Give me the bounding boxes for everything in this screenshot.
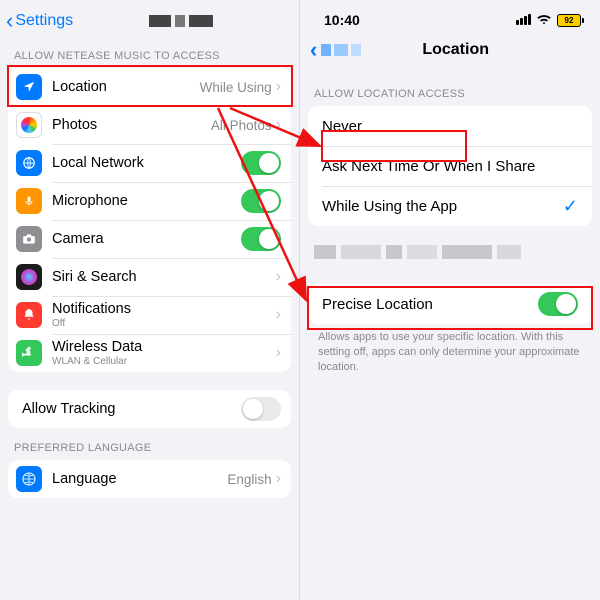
language-value: English — [227, 472, 271, 487]
location-label: Location — [52, 79, 200, 95]
settings-app-detail: ‹ Settings ALLOW NETEASE MUSIC TO ACCESS… — [0, 0, 300, 600]
wireless-sub: WLAN & Cellular — [52, 356, 276, 367]
camera-icon — [16, 226, 42, 252]
chevron-right-icon: › — [276, 470, 281, 488]
siri-label: Siri & Search — [52, 269, 276, 285]
chevron-right-icon: › — [276, 78, 281, 96]
access-group: Location While Using › Photos All Photos… — [8, 68, 291, 372]
chevron-right-icon: › — [276, 344, 281, 362]
chevron-right-icon: › — [276, 268, 281, 286]
description-redacted — [314, 236, 586, 268]
signal-icon — [515, 12, 531, 28]
tracking-toggle[interactable] — [241, 397, 281, 421]
microphone-icon — [16, 188, 42, 214]
network-icon — [16, 150, 42, 176]
localnet-label: Local Network — [52, 155, 241, 171]
row-language[interactable]: Language English › — [8, 460, 291, 498]
page-title: Location — [361, 41, 550, 59]
location-options-group: Never Ask Next Time Or When I Share Whil… — [308, 106, 592, 226]
chevron-left-icon[interactable]: ‹ — [310, 37, 317, 63]
row-siri[interactable]: Siri & Search › — [8, 258, 291, 296]
photos-value: All Photos — [211, 118, 272, 133]
section-allow-location: ALLOW LOCATION ACCESS — [300, 66, 600, 106]
camera-toggle[interactable] — [241, 227, 281, 251]
bell-icon — [16, 302, 42, 328]
svg-text:⇅: ⇅ — [27, 350, 32, 357]
wireless-label: Wireless Data — [52, 339, 276, 355]
checkmark-icon: ✓ — [563, 196, 578, 217]
row-allow-tracking[interactable]: Allow Tracking — [8, 390, 291, 428]
ask-label: Ask Next Time Or When I Share — [322, 158, 578, 175]
tracking-group: Allow Tracking — [8, 390, 291, 428]
mic-label: Microphone — [52, 193, 241, 209]
status-time: 10:40 — [324, 12, 360, 28]
notif-label: Notifications — [52, 301, 276, 317]
tracking-label: Allow Tracking — [22, 401, 241, 417]
chevron-right-icon: › — [276, 306, 281, 324]
app-name-redacted — [73, 15, 289, 27]
chevron-right-icon: › — [276, 116, 281, 134]
option-ask-next-time[interactable]: Ask Next Time Or When I Share — [308, 146, 592, 186]
row-microphone[interactable]: Microphone — [8, 182, 291, 220]
chevron-left-icon[interactable]: ‹ — [6, 8, 13, 34]
row-precise-location[interactable]: Precise Location — [308, 284, 592, 324]
back-app-redacted[interactable] — [321, 44, 361, 56]
location-settings: 10:40 92 ‹ Location ALLOW LOCATION ACCES… — [300, 0, 600, 600]
row-local-network[interactable]: Local Network — [8, 144, 291, 182]
location-arrow-icon — [16, 74, 42, 100]
wifi-icon — [536, 12, 552, 28]
back-to-settings[interactable]: Settings — [15, 12, 73, 30]
while-label: While Using the App — [322, 198, 563, 215]
precise-footer: Allows apps to use your specific locatio… — [300, 324, 600, 375]
language-group: Language English › — [8, 460, 291, 498]
photos-icon — [16, 112, 42, 138]
section-allow-access: ALLOW NETEASE MUSIC TO ACCESS — [0, 36, 299, 68]
precise-label: Precise Location — [322, 296, 538, 313]
never-label: Never — [322, 118, 578, 135]
option-while-using[interactable]: While Using the App ✓ — [308, 186, 592, 226]
option-never[interactable]: Never — [308, 106, 592, 146]
globe-icon — [16, 466, 42, 492]
notif-sub: Off — [52, 318, 276, 329]
camera-label: Camera — [52, 231, 241, 247]
right-header: ‹ Location — [300, 30, 600, 66]
language-label: Language — [52, 471, 227, 487]
battery-icon: 92 — [557, 14, 584, 27]
precise-group: Precise Location — [308, 284, 592, 324]
location-value: While Using — [200, 80, 272, 95]
siri-icon — [16, 264, 42, 290]
section-preferred-language: PREFERRED LANGUAGE — [0, 428, 299, 460]
row-wireless-data[interactable]: ⇅ Wireless Data WLAN & Cellular › — [8, 334, 291, 372]
precise-toggle[interactable] — [538, 292, 578, 316]
left-header: ‹ Settings — [0, 0, 299, 36]
row-location[interactable]: Location While Using › — [8, 68, 291, 106]
wireless-icon: ⇅ — [16, 340, 42, 366]
localnet-toggle[interactable] — [241, 151, 281, 175]
mic-toggle[interactable] — [241, 189, 281, 213]
row-notifications[interactable]: Notifications Off › — [8, 296, 291, 334]
row-camera[interactable]: Camera — [8, 220, 291, 258]
photos-label: Photos — [52, 117, 211, 133]
row-photos[interactable]: Photos All Photos › — [8, 106, 291, 144]
status-bar: 10:40 92 — [300, 0, 600, 30]
